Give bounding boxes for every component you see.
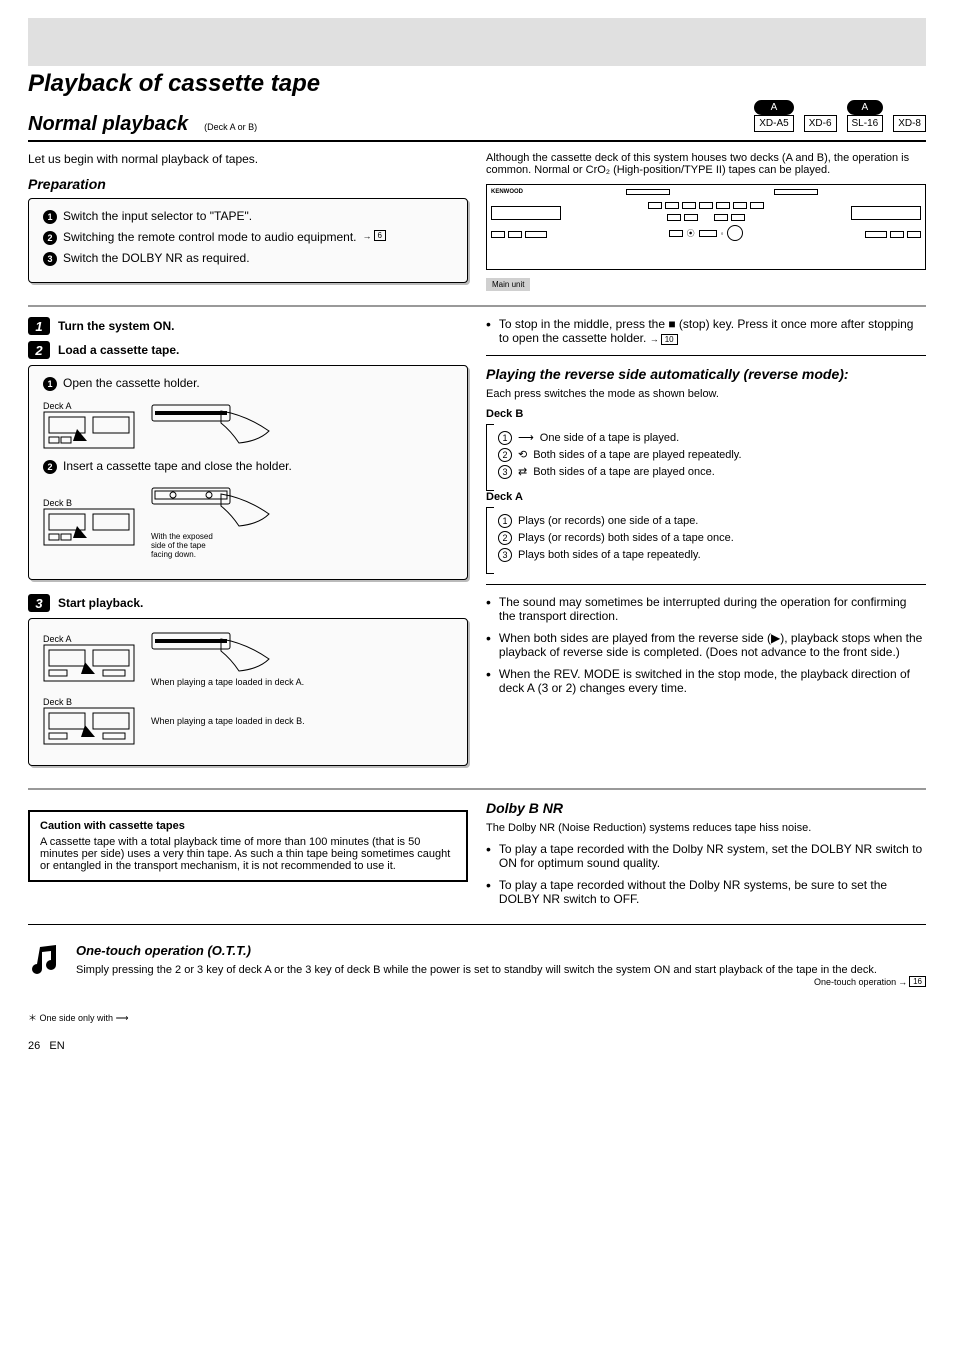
cycle-a-3: Plays both sides of a tape repeatedly. [518, 549, 701, 561]
bullet-icon: • [486, 842, 491, 870]
model-badge-3: SL-16 [847, 115, 884, 132]
step-2-text: Load a cassette tape. [58, 341, 179, 357]
bullet-icon: • [486, 667, 491, 695]
page-number: 26 [28, 1040, 40, 1052]
deck-b-label-2: Deck B [43, 697, 135, 707]
reverse-heading: Playing the reverse side automatically (… [486, 366, 926, 382]
dolby-heading: Dolby B NR [486, 800, 926, 816]
slot-label: With the exposed side of the tape facing… [151, 532, 271, 559]
deck-b-label-1: Deck B [43, 498, 135, 508]
step-3-box: Deck A [28, 618, 468, 766]
reverse-deck-b-header: Deck B [486, 408, 926, 420]
cycle-a-1: Plays (or records) one side of a tape. [518, 515, 698, 527]
caution-box: Caution with cassette tapes A cassette t… [28, 810, 468, 882]
preparation-box: 1 Switch the input selector to "TAPE". 2… [28, 198, 468, 283]
cycle-a-1-num: 1 [498, 514, 512, 528]
chapter-title: Playback of cassette tape [28, 70, 320, 98]
dolby-intro: The Dolby NR (Noise Reduction) systems r… [486, 822, 926, 834]
cycle-b-2: Both sides of a tape are played repeated… [533, 449, 741, 461]
intro-left: Let us begin with normal playback of tap… [28, 152, 468, 166]
step-3-num: 3 [28, 594, 50, 612]
page-ref-10: → 10 [650, 334, 678, 345]
cassette-insert-drawing-1 [151, 401, 271, 449]
preparation-label: Preparation [28, 176, 468, 192]
cycle-a-2-num: 2 [498, 531, 512, 545]
s3-label-a: When playing a tape loaded in deck A. [151, 677, 304, 687]
prep-text-1: Switch the input selector to "TAPE". [63, 209, 252, 223]
footer-icon: ⟶ [116, 1013, 129, 1023]
reverse-deck-a-header: Deck A [486, 491, 926, 503]
model-badge-a2: A [847, 100, 884, 115]
section-note: (Deck A or B) [204, 122, 257, 132]
bullet-icon: • [486, 317, 491, 345]
cycle-a-2: Plays (or records) both sides of a tape … [518, 532, 734, 544]
cycle-b-3-num: 3 [498, 465, 512, 479]
reverse-intro: Each press switches the mode as shown be… [486, 388, 926, 400]
reverse-b-icon-1: ⟶ [518, 431, 534, 444]
model-badge-a1: A [754, 100, 793, 115]
note-3: When the REV. MODE is switched in the st… [499, 667, 926, 695]
device-diagram: KENWOOD [486, 184, 926, 270]
tip-title: One-touch operation (O.T.T.) [76, 943, 926, 958]
note-2: When both sides are played from the reve… [499, 631, 926, 659]
right-bullet-1: To stop in the middle, press the ■ (stop… [499, 317, 914, 345]
deck-a-open-drawing [43, 411, 135, 449]
step-3-text: Start playback. [58, 594, 143, 610]
cycle-b-3: Both sides of a tape are played once. [533, 466, 715, 478]
reverse-b-icon-2: ⟲ [518, 448, 527, 461]
bullet-icon: • [486, 878, 491, 906]
intro-right: Although the cassette deck of this syste… [486, 152, 926, 176]
deck-b-open-drawing [43, 508, 135, 546]
prep-text-3: Switch the DOLBY NR as required. [63, 251, 250, 265]
model-badge-4: XD-8 [893, 115, 926, 132]
cycle-a-3-num: 3 [498, 548, 512, 562]
music-note-icon [28, 943, 62, 977]
model-badge-2: XD-6 [804, 115, 837, 132]
s2-num-1: 1 [43, 377, 57, 391]
prep-num-1: 1 [43, 210, 57, 224]
tip-text: Simply pressing the 2 or 3 key of deck A… [76, 964, 877, 976]
deck-a-label-2: Deck A [43, 634, 135, 644]
step-1-num: 1 [28, 317, 50, 335]
footer-note: ＊ One side only with [28, 1013, 113, 1023]
deck-b-play-drawing [43, 707, 135, 745]
deck-a-label-1: Deck A [43, 401, 135, 411]
cycle-b-1-num: 1 [498, 431, 512, 445]
dolby-note-1: To play a tape recorded with the Dolby N… [499, 842, 926, 870]
prep-num-3: 3 [43, 252, 57, 266]
en-label: EN [49, 1040, 64, 1052]
main-unit-badge: Main unit [486, 278, 530, 291]
model-badges: A XD-A5 XD-6 A SL-16 XD-8 [754, 100, 926, 136]
caution-title: Caution with cassette tapes [40, 820, 456, 832]
step-1-text: Turn the system ON. [58, 317, 174, 333]
page-ref-16: One-touch operation → 16 [814, 976, 926, 987]
step-2-num: 2 [28, 341, 50, 359]
prep-text-2: Switching the remote control mode to aud… [63, 230, 357, 244]
s2-text-2: Insert a cassette tape and close the hol… [63, 459, 292, 473]
play-insert-drawing-a [151, 629, 271, 677]
s3-label-b: When playing a tape loaded in deck B. [151, 716, 305, 726]
model-badge-1: XD-A5 [754, 115, 793, 132]
caution-text: A cassette tape with a total playback ti… [40, 836, 456, 872]
s2-text-1: Open the cassette holder. [63, 376, 200, 390]
prep-num-2: 2 [43, 231, 57, 245]
s2-num-2: 2 [43, 460, 57, 474]
bullet-icon: • [486, 595, 491, 623]
deck-a-play-drawing [43, 644, 135, 682]
section-title: Normal playback [28, 113, 188, 136]
note-1: The sound may sometimes be interrupted d… [499, 595, 926, 623]
page-ref-6: → 6 [363, 230, 386, 241]
cassette-insert-drawing-2 [151, 484, 271, 532]
step-2-box: 1 Open the cassette holder. Deck A [28, 365, 468, 580]
cycle-b-1: One side of a tape is played. [540, 432, 679, 444]
bullet-icon: • [486, 631, 491, 659]
reverse-b-icon-3: ⇄ [518, 465, 527, 478]
cycle-b-2-num: 2 [498, 448, 512, 462]
dolby-note-2: To play a tape recorded without the Dolb… [499, 878, 926, 906]
